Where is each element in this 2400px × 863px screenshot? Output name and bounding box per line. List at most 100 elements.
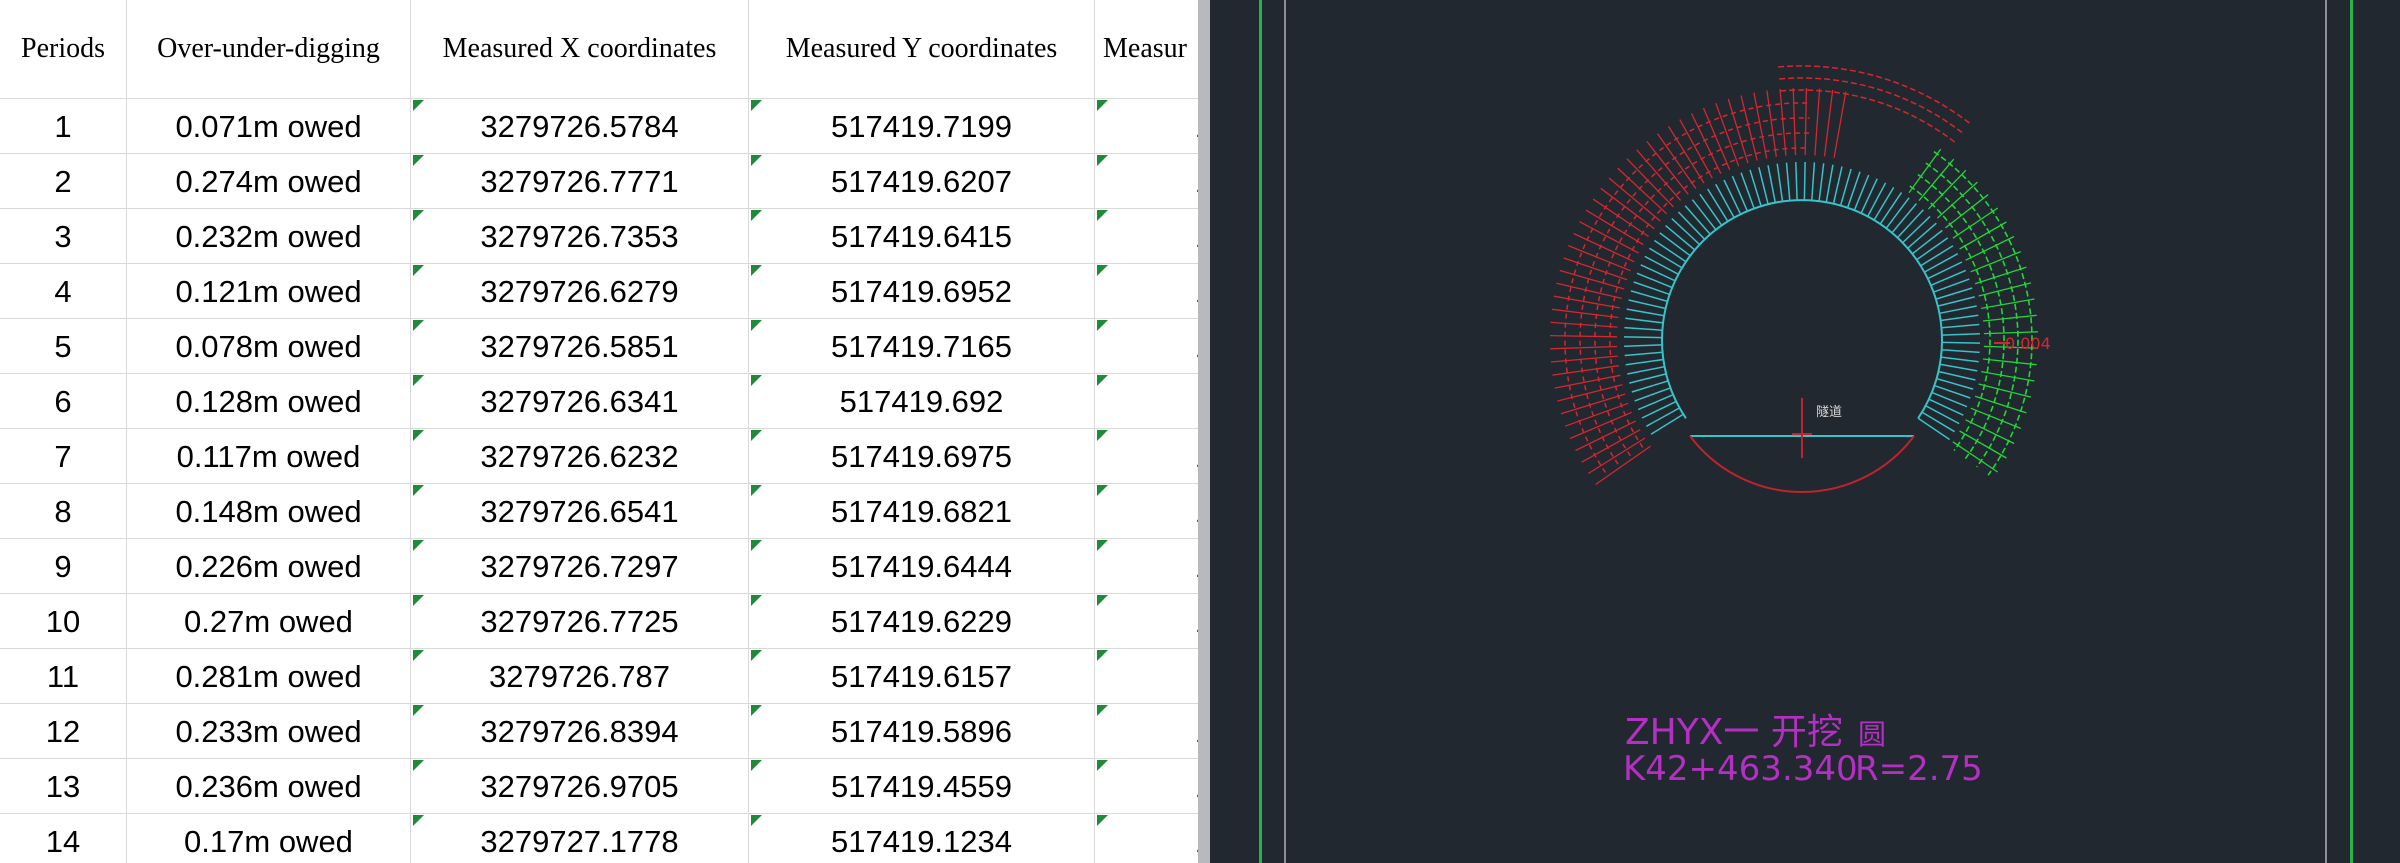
cell-over-under-digging[interactable]: 0.233m owed bbox=[127, 704, 410, 759]
cell-over-under-digging[interactable]: 0.27m owed bbox=[127, 594, 410, 649]
over-dig-tick bbox=[1814, 88, 1821, 156]
cell-measured-x[interactable]: 3279726.7297 bbox=[411, 539, 748, 594]
cell-over-under-digging[interactable]: 0.148m owed bbox=[127, 484, 410, 539]
cell-period[interactable]: 10 bbox=[0, 594, 126, 649]
number-as-text-indicator bbox=[751, 155, 762, 166]
cell-measured-y[interactable]: 517419.6952 bbox=[749, 264, 1094, 319]
cell-measured-z-partial[interactable]: 1 bbox=[1095, 704, 1198, 759]
cell-measured-z-partial[interactable]: 1 bbox=[1095, 209, 1198, 264]
cell-measured-y[interactable]: 517419.5896 bbox=[749, 704, 1094, 759]
over-dig-tick bbox=[1804, 87, 1808, 156]
cell-period[interactable]: 8 bbox=[0, 484, 126, 539]
under-dig-tick bbox=[1981, 298, 2035, 310]
cad-canvas[interactable]: 隧道 0.004 ZHYX一 开挖 圆 K42+463.340 R=2.75 bbox=[1210, 0, 2400, 863]
cell-measured-z-partial[interactable]: 1 bbox=[1095, 99, 1198, 154]
cell-measured-y[interactable]: 517419.7165 bbox=[749, 319, 1094, 374]
cell-measured-y[interactable]: 517419.6157 bbox=[749, 649, 1094, 704]
cell-measured-x[interactable]: 3279726.787 bbox=[411, 649, 748, 704]
cell-measured-x[interactable]: 3279726.6279 bbox=[411, 264, 748, 319]
cell-period[interactable]: 2 bbox=[0, 154, 126, 209]
over-dig-tick bbox=[1557, 384, 1623, 402]
cell-measured-x[interactable]: 3279726.7771 bbox=[411, 154, 748, 209]
cell-measured-x[interactable]: 3279726.6232 bbox=[411, 429, 748, 484]
cell-measured-z-partial[interactable]: 1 bbox=[1095, 539, 1198, 594]
cell-period[interactable]: 5 bbox=[0, 319, 126, 374]
cell-period[interactable]: 1 bbox=[0, 99, 126, 154]
cell-measured-y[interactable]: 517419.692 bbox=[749, 374, 1094, 429]
profile-tick bbox=[1891, 203, 1917, 234]
cad-drawing-panel[interactable]: 隧道 0.004 ZHYX一 开挖 圆 K42+463.340 R=2.75 bbox=[1210, 0, 2400, 863]
cell-measured-z-partial[interactable] bbox=[1095, 649, 1198, 704]
over-dig-tick bbox=[1823, 89, 1834, 157]
header-over-under-digging[interactable]: Over-under-digging bbox=[127, 0, 410, 98]
cell-measured-x[interactable]: 3279726.7353 bbox=[411, 209, 748, 264]
table-row: 140.17m owed3279727.1778517419.12341 bbox=[0, 813, 1198, 863]
profile-tick bbox=[1677, 211, 1706, 240]
cell-measured-y[interactable]: 517419.6975 bbox=[749, 429, 1094, 484]
cell-period[interactable]: 9 bbox=[0, 539, 126, 594]
cell-period[interactable]: 11 bbox=[0, 649, 126, 704]
profile-tick bbox=[1776, 163, 1784, 202]
cell-measured-z-partial[interactable]: 1 bbox=[1095, 814, 1198, 863]
cell-period[interactable]: 14 bbox=[0, 814, 126, 863]
cell-measured-y[interactable]: 517419.1234 bbox=[749, 814, 1094, 863]
cell-over-under-digging[interactable]: 0.121m owed bbox=[127, 264, 410, 319]
cell-period[interactable]: 3 bbox=[0, 209, 126, 264]
cell-period[interactable]: 12 bbox=[0, 704, 126, 759]
cell-period[interactable]: 4 bbox=[0, 264, 126, 319]
cell-over-under-digging[interactable]: 0.226m owed bbox=[127, 539, 410, 594]
table-row: 80.148m owed3279726.6541517419.68211 bbox=[0, 483, 1198, 539]
cell-over-under-digging[interactable]: 0.17m owed bbox=[127, 814, 410, 863]
cell-measured-z-partial[interactable]: 1 bbox=[1095, 484, 1198, 539]
cell-measured-y[interactable]: 517419.6207 bbox=[749, 154, 1094, 209]
cell-measured-x[interactable]: 3279726.9705 bbox=[411, 759, 748, 814]
table-row: 70.117m owed3279726.6232517419.69751 bbox=[0, 428, 1198, 484]
cell-measured-y[interactable]: 517419.7199 bbox=[749, 99, 1094, 154]
cell-measured-x[interactable]: 3279726.6541 bbox=[411, 484, 748, 539]
panel-splitter[interactable] bbox=[1198, 0, 1210, 863]
cell-measured-y[interactable]: 517419.6444 bbox=[749, 539, 1094, 594]
cell-over-under-digging[interactable]: 0.281m owed bbox=[127, 649, 410, 704]
cell-measured-x[interactable]: 3279726.5784 bbox=[411, 99, 748, 154]
profile-tick bbox=[1818, 163, 1825, 202]
cell-measured-x[interactable]: 3279726.7725 bbox=[411, 594, 748, 649]
frame-line-left-inner bbox=[1284, 0, 1286, 863]
cell-measured-z-partial[interactable]: 1 bbox=[1095, 759, 1198, 814]
over-dig-tick bbox=[1833, 91, 1847, 158]
number-as-text-indicator bbox=[1097, 705, 1108, 716]
table-row: 120.233m owed3279726.8394517419.58961 bbox=[0, 703, 1198, 759]
cell-measured-z-partial[interactable]: 1 bbox=[1095, 264, 1198, 319]
header-measured-z-partial[interactable]: Measur bbox=[1095, 0, 1198, 98]
profile-tick bbox=[1715, 183, 1735, 218]
cell-over-under-digging[interactable]: 0.071m owed bbox=[127, 99, 410, 154]
cell-measured-x[interactable]: 3279726.5851 bbox=[411, 319, 748, 374]
cell-over-under-digging[interactable]: 0.232m owed bbox=[127, 209, 410, 264]
cell-measured-y[interactable]: 517419.6415 bbox=[749, 209, 1094, 264]
cell-measured-y[interactable]: 517419.6821 bbox=[749, 484, 1094, 539]
header-periods[interactable]: Periods bbox=[0, 0, 126, 98]
cell-over-under-digging[interactable]: 0.236m owed bbox=[127, 759, 410, 814]
cell-measured-x[interactable]: 3279726.6341 bbox=[411, 374, 748, 429]
header-measured-x[interactable]: Measured X coordinates bbox=[411, 0, 748, 98]
cell-measured-y[interactable]: 517419.6229 bbox=[749, 594, 1094, 649]
cell-period[interactable]: 6 bbox=[0, 374, 126, 429]
cell-measured-z-partial[interactable] bbox=[1095, 374, 1198, 429]
cell-over-under-digging[interactable]: 0.128m owed bbox=[127, 374, 410, 429]
cell-measured-z-partial[interactable]: 1 bbox=[1095, 154, 1198, 209]
cell-measured-z-partial[interactable]: 1 bbox=[1095, 429, 1198, 484]
cell-over-under-digging[interactable]: 0.078m owed bbox=[127, 319, 410, 374]
profile-tick bbox=[1645, 407, 1680, 427]
header-measured-y[interactable]: Measured Y coordinates bbox=[749, 0, 1094, 98]
cell-measured-y[interactable]: 517419.4559 bbox=[749, 759, 1094, 814]
profile-tick bbox=[1941, 333, 1980, 336]
cell-period[interactable]: 7 bbox=[0, 429, 126, 484]
cell-measured-x[interactable]: 3279726.8394 bbox=[411, 704, 748, 759]
cell-over-under-digging[interactable]: 0.117m owed bbox=[127, 429, 410, 484]
cell-measured-z-partial[interactable]: 1 bbox=[1095, 319, 1198, 374]
profile-tick bbox=[1917, 417, 1951, 441]
under-dig-tick bbox=[1936, 181, 1978, 219]
cell-measured-z-partial[interactable]: 1 bbox=[1095, 594, 1198, 649]
cell-over-under-digging[interactable]: 0.274m owed bbox=[127, 154, 410, 209]
cell-period[interactable]: 13 bbox=[0, 759, 126, 814]
cell-measured-x[interactable]: 3279727.1778 bbox=[411, 814, 748, 863]
